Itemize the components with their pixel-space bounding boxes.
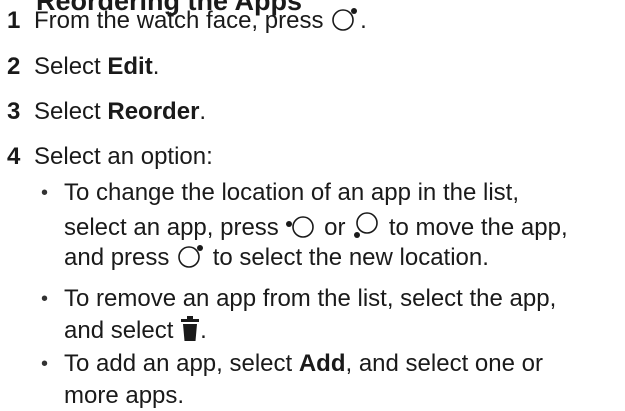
- bullet-3-line-2: more apps.: [64, 382, 185, 409]
- step-number: 1: [7, 7, 21, 34]
- step-2: 2 Select Edit.: [7, 52, 159, 82]
- step-text-end: .: [199, 98, 207, 125]
- bullet-text: to move the app,: [382, 214, 568, 241]
- bullet-text: , and select one or: [345, 350, 543, 377]
- reorder-label: Reorder: [107, 98, 200, 125]
- manual-page: Reordering the Apps 1 From the watch face…: [0, 0, 625, 409]
- bullet-2-line-1: To remove an app from the list, select t…: [64, 285, 557, 312]
- bullet-1-line-3: and press to select the new location.: [64, 243, 489, 277]
- bullet-text: To add an app, select: [64, 350, 299, 377]
- bullet-1-line-2: select an app, press or to move the app,: [64, 211, 568, 247]
- bullet-text: .: [200, 317, 207, 344]
- step-text: From the watch face, press: [34, 7, 324, 34]
- watch-button-bottom-icon: [352, 211, 382, 247]
- step-4: 4 Select an option:: [7, 142, 213, 172]
- add-label: Add: [298, 350, 346, 377]
- bullet-text: and press: [64, 244, 177, 271]
- step-3: 3 Select Reorder.: [7, 97, 206, 127]
- step-number: 4: [7, 143, 21, 170]
- step-1: 1 From the watch face, press .: [7, 6, 367, 40]
- bullet-dot: •: [41, 288, 49, 310]
- watch-button-left-icon: [285, 213, 317, 247]
- bullet-2-line-2: and select .: [64, 316, 207, 350]
- watch-button-icon: [176, 243, 206, 277]
- bullet-text: or: [317, 214, 353, 241]
- step-number: 3: [7, 98, 21, 125]
- bullet-text: to select the new location.: [206, 244, 489, 271]
- bullet-text: and select: [64, 317, 181, 344]
- trash-icon: [180, 316, 200, 350]
- bullet-3-line-1: To add an app, select Add, and select on…: [64, 349, 543, 379]
- step-text-end: .: [152, 53, 160, 80]
- edit-label: Edit: [107, 53, 153, 80]
- watch-button-icon: [330, 6, 360, 40]
- step-text: Select an option:: [34, 143, 213, 170]
- step-text: Select: [34, 53, 108, 80]
- bullet-dot: •: [41, 353, 49, 375]
- bullet-text: select an app, press: [64, 214, 286, 241]
- step-text: Select: [34, 98, 108, 125]
- step-number: 2: [7, 53, 21, 80]
- bullet-1-line-1: To change the location of an app in the …: [64, 179, 519, 206]
- step-text-end: .: [360, 7, 367, 34]
- bullet-dot: •: [41, 182, 49, 204]
